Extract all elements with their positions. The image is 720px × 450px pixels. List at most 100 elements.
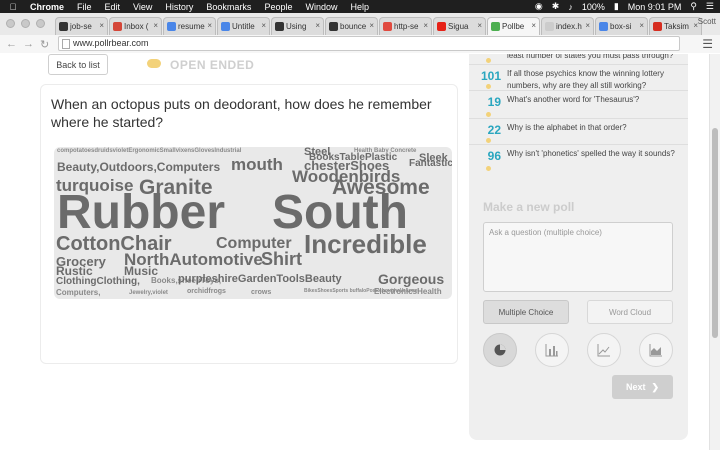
menu-app-name[interactable]: Chrome [30,2,64,12]
pie-chart-button[interactable] [483,333,517,367]
menu-window[interactable]: Window [305,2,337,12]
next-button[interactable]: Next ❯ [612,375,673,399]
sidebar-poll-item[interactable]: 96 Why isn't 'phonetics' spelled the way … [469,144,688,172]
menu-people[interactable]: People [264,2,292,12]
tab-close-icon[interactable]: × [585,21,590,30]
tab-favicon-icon [653,22,662,31]
back-to-list-button[interactable]: Back to list [48,54,108,75]
address-bar[interactable]: www.pollrbear.com [58,36,680,51]
browser-tab[interactable]: Using × [271,17,324,35]
tab-close-icon[interactable]: × [369,21,374,30]
tab-favicon-icon [275,22,284,31]
tab-close-icon[interactable]: × [639,21,644,30]
bar-chart-button[interactable] [535,333,569,367]
spotlight-icon[interactable]: ⚲ [690,1,697,12]
bar-chart-icon [545,344,558,357]
browser-tab[interactable]: Sigua × [433,17,486,35]
url-text: www.pollrbear.com [73,38,149,48]
word-cloud-button[interactable]: Word Cloud [587,300,673,324]
tab-favicon-icon [491,22,500,31]
browser-tab[interactable]: job-se × [55,17,108,35]
tab-favicon-icon [599,22,608,31]
mac-menubar:  Chrome File Edit View History Bookmark… [0,0,720,13]
multiple-choice-button[interactable]: Multiple Choice [483,300,569,324]
menu-edit[interactable]: Edit [105,2,121,12]
line-chart-button[interactable] [587,333,621,367]
poll-vote-count: 19 [487,95,501,109]
browser-tab[interactable]: index.h × [541,17,594,35]
cloud-icon [147,59,161,68]
apple-icon[interactable]:  [6,2,20,12]
line-chart-icon [597,344,610,357]
make-poll-heading: Make a new poll [483,200,575,214]
browser-tab[interactable]: resume × [163,17,216,35]
pie-chart-icon [494,344,506,356]
tab-favicon-icon [113,22,122,31]
sidebar-poll-item[interactable]: 19 What's another word for 'Thesaurus'? [469,90,688,118]
cloud-word: Jewelry,violet [129,290,168,296]
poll-question-text: If all those psychics know the winning l… [507,69,664,90]
wifi-icon[interactable]: ◉ [535,1,543,12]
browser-tab[interactable]: Inbox (× [109,17,162,35]
tab-close-icon[interactable]: × [423,21,428,30]
sidebar-poll-item[interactable]: 101 If all those psychics know the winnin… [469,64,688,90]
question-text: When an octopus puts on deodorant, how d… [51,96,432,130]
tab-close-icon[interactable]: × [477,21,482,30]
cloud-word: crows [251,289,272,296]
poll-type-icon [486,138,491,143]
battery-icon[interactable]: ▮ [614,1,619,12]
tab-close-icon[interactable]: × [315,21,320,30]
back-arrow-icon[interactable]: ← [6,38,17,50]
page-content: Back to list OPEN ENDED When an octopus … [0,54,720,450]
browser-chrome: job-se × Inbox (× resume × Untitle × Using × boun… [0,13,720,53]
window-close-button[interactable] [6,19,15,28]
tab-close-icon[interactable]: × [261,21,266,30]
poll-type-label: OPEN ENDED [170,58,255,72]
reload-icon[interactable]: ↻ [40,38,49,51]
poll-question-text: Why isn't 'phonetics' spelled the way it… [507,149,675,158]
forward-arrow-icon[interactable]: → [23,38,34,50]
browser-tab[interactable]: Taksim × [649,17,702,35]
cloud-word: ClothingClothing, [56,276,140,287]
menu-file[interactable]: File [77,2,92,12]
sidebar-poll-item[interactable]: least number of states you must pass thr… [469,54,688,64]
question-card: When an octopus puts on deodorant, how d… [40,84,458,364]
cloud-word: compotatoesdruidsvioletErgonomicSmallvix… [57,148,242,154]
menu-bookmarks[interactable]: Bookmarks [206,2,251,12]
profile-name[interactable]: Scott [698,17,716,26]
tab-close-icon[interactable]: × [207,21,212,30]
scrollbar[interactable] [709,54,720,450]
bluetooth-icon[interactable]: ✱ [552,1,560,12]
cloud-word: ElectronicsHealth [374,287,442,296]
poll-vote-count: 96 [487,149,501,163]
cloud-word: orchidfrogs [187,288,226,295]
tab-close-icon[interactable]: × [99,21,104,30]
scrollbar-thumb[interactable] [712,128,718,338]
menu-view[interactable]: View [133,2,152,12]
area-chart-button[interactable] [639,333,673,367]
tab-close-icon[interactable]: × [153,21,158,30]
window-zoom-button[interactable] [36,19,45,28]
battery-percent[interactable]: 100% [582,2,605,12]
volume-icon[interactable]: ♪ [568,2,573,12]
hamburger-menu-icon[interactable]: ☰ [702,37,713,51]
browser-tab[interactable]: box-si × [595,17,648,35]
clock[interactable]: Mon 9:01 PM [628,2,682,12]
cloud-word: Shirt [261,249,303,269]
poll-vote-count: 101 [480,69,501,83]
notification-center-icon[interactable]: ☰ [706,1,714,12]
tab-strip: job-se × Inbox (× resume × Untitle × Using × boun… [55,17,703,35]
tab-close-icon[interactable]: × [531,21,536,30]
cloud-word: Rubber [57,186,225,239]
browser-tab[interactable]: Untitle × [217,17,270,35]
menu-help[interactable]: Help [350,2,369,12]
cloud-word: Computers, [56,288,101,297]
sidebar-poll-item[interactable]: 22 Why is the alphabet in that order? [469,118,688,144]
browser-tab[interactable]: Pollbe × [487,17,540,35]
menu-history[interactable]: History [165,2,193,12]
browser-tab[interactable]: bounce × [325,17,378,35]
browser-tab[interactable]: http-se × [379,17,432,35]
tab-favicon-icon [59,22,68,31]
question-input[interactable]: Ask a question (multiple choice) [483,222,673,292]
window-minimize-button[interactable] [21,19,30,28]
